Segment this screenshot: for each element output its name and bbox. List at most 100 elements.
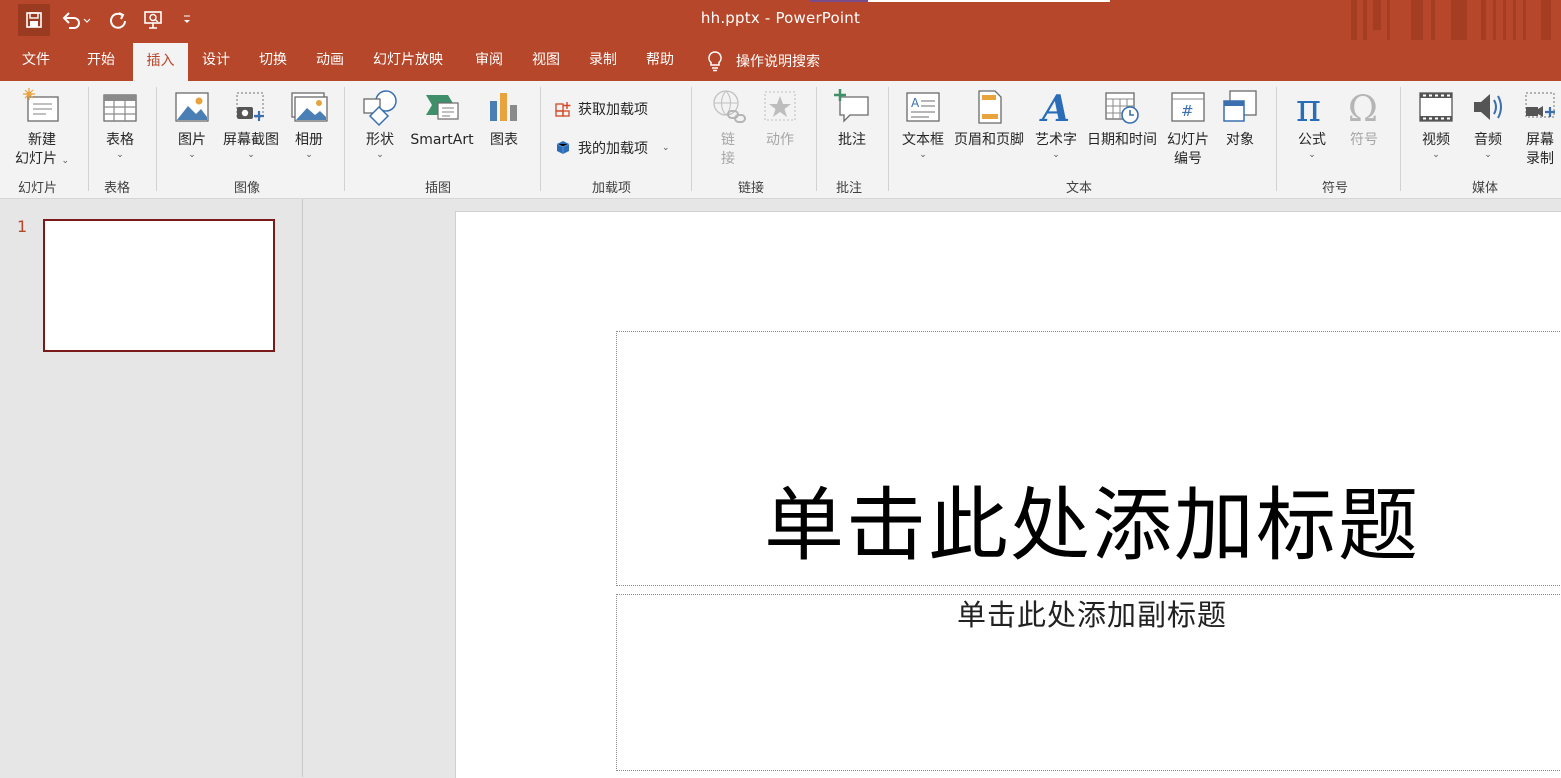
group-label-addins: 加载项 <box>592 181 632 196</box>
photo-album-icon <box>291 92 328 122</box>
link-button[interactable]: 链 接 <box>706 87 750 169</box>
chevron-down-icon: ⌄ <box>1052 150 1060 160</box>
omega-icon: Ω <box>1348 89 1378 127</box>
video-label: 视频 <box>1422 132 1450 148</box>
tab-view[interactable]: 视图 <box>532 40 560 81</box>
textbox-button[interactable]: A 文本框 ⌄ <box>900 87 946 160</box>
link-icon <box>713 90 746 123</box>
tab-home[interactable]: 开始 <box>87 40 115 81</box>
title-accent-strip-light <box>868 0 1110 2</box>
new-slide-label-2: 幻灯片 ⌄ <box>15 151 69 167</box>
textbox-icon: A <box>906 92 940 122</box>
title-placeholder[interactable]: 单击此处添加标题 <box>616 331 1561 586</box>
symbol-button[interactable]: Ω 符号 <box>1342 87 1386 150</box>
screen-record-icon <box>1525 92 1555 118</box>
film-icon <box>1419 92 1453 122</box>
photo-album-button[interactable]: 相册 ⌄ <box>288 87 330 160</box>
subtitle-placeholder-text: 单击此处添加副标题 <box>956 598 1227 632</box>
svg-text:π: π <box>1296 87 1321 127</box>
tab-help[interactable]: 帮助 <box>646 40 674 81</box>
equation-button[interactable]: π 公式 ⌄ <box>1290 87 1334 160</box>
my-addins-icon <box>556 141 570 154</box>
link-label-1: 链 <box>721 132 735 148</box>
chevron-down-icon: ⌄ <box>1484 150 1492 160</box>
slide-number-label-1: 幻灯片 <box>1167 132 1209 148</box>
table-button[interactable]: 表格 ⌄ <box>98 87 142 160</box>
lightbulb-icon <box>708 51 722 72</box>
slide-canvas[interactable]: 单击此处添加标题 单击此处添加副标题 <box>455 211 1561 778</box>
wordart-button[interactable]: A 艺术字 ⌄ <box>1032 87 1080 160</box>
chevron-down-icon: ⌄ <box>247 150 255 160</box>
date-time-label: 日期和时间 <box>1087 132 1157 148</box>
tab-review[interactable]: 审阅 <box>475 40 503 81</box>
chart-label: 图表 <box>490 132 518 148</box>
new-slide-button[interactable]: 新建 幻灯片 ⌄ <box>10 87 74 171</box>
object-button[interactable]: 对象 <box>1218 87 1262 150</box>
screenshot-button[interactable]: 屏幕截图 ⌄ <box>218 87 284 160</box>
photo-album-label: 相册 <box>295 132 323 148</box>
group-separator <box>344 87 345 191</box>
slide-thumbnail[interactable] <box>43 219 275 352</box>
tell-me-search[interactable]: 操作说明搜索 <box>706 50 820 72</box>
audio-label: 音频 <box>1474 132 1502 148</box>
textbox-label: 文本框 <box>902 132 944 148</box>
window-title: hh.pptx - PowerPoint <box>700 9 861 27</box>
date-time-button[interactable]: 日期和时间 <box>1084 87 1160 150</box>
tab-animations[interactable]: 动画 <box>316 40 344 81</box>
ribbon-tabs: 文件 开始 插入 设计 切换 动画 幻灯片放映 审阅 视图 录制 帮助 操作说明… <box>0 40 1561 81</box>
title-bar: hh.pptx - PowerPoint <box>0 0 1561 60</box>
get-addins-button[interactable]: 获取加载项 <box>554 99 648 119</box>
chevron-down-icon: ⌄ <box>919 150 927 160</box>
shapes-icon <box>363 90 397 127</box>
slide-editing-area: 单击此处添加标题 单击此处添加副标题 <box>303 199 1561 778</box>
svg-text:A: A <box>911 96 920 110</box>
group-label-comments: 批注 <box>836 181 863 196</box>
group-label-symbols: 符号 <box>1322 181 1349 196</box>
store-icon <box>555 102 571 117</box>
audio-button[interactable]: 音频 ⌄ <box>1466 87 1510 160</box>
picture-button[interactable]: 图片 ⌄ <box>170 87 214 160</box>
chart-button[interactable]: 图表 <box>484 87 524 150</box>
group-label-media: 媒体 <box>1472 181 1499 196</box>
video-button[interactable]: 视频 ⌄ <box>1414 87 1458 160</box>
slide-number-button[interactable]: # 幻灯片 编号 <box>1164 87 1212 169</box>
smartart-button[interactable]: SmartArt <box>406 87 478 150</box>
tab-design[interactable]: 设计 <box>202 40 230 81</box>
get-addins-label: 获取加载项 <box>578 102 648 118</box>
pi-icon: π <box>1296 87 1321 127</box>
slide-number-icon: # <box>1171 92 1205 122</box>
wordart-icon: A <box>1039 88 1070 127</box>
slide-number-label-2: 编号 <box>1174 151 1202 167</box>
group-label-links: 链接 <box>738 181 765 196</box>
tab-insert[interactable]: 插入 <box>133 43 188 81</box>
title-placeholder-text: 单击此处添加标题 <box>764 479 1420 572</box>
subtitle-placeholder[interactable]: 单击此处添加副标题 <box>616 594 1561 771</box>
tab-file[interactable]: 文件 <box>22 40 50 81</box>
header-footer-icon <box>978 90 1002 124</box>
chevron-down-icon: ⌄ <box>662 143 670 153</box>
group-label-text: 文本 <box>1066 181 1093 196</box>
my-addins-button[interactable]: 我的加载项 ⌄ <box>554 138 670 158</box>
tab-transitions[interactable]: 切换 <box>259 40 287 81</box>
action-star-icon <box>764 91 796 121</box>
chevron-down-icon: ⌄ <box>376 150 384 160</box>
tab-record[interactable]: 录制 <box>589 40 617 81</box>
screen-recording-button[interactable]: 屏幕 录制 <box>1518 87 1561 169</box>
comment-icon <box>834 89 869 123</box>
link-label-2: 接 <box>721 151 735 167</box>
group-separator <box>156 87 157 191</box>
group-separator <box>888 87 889 191</box>
header-footer-label: 页眉和页脚 <box>954 132 1024 148</box>
wordart-label: 艺术字 <box>1035 132 1077 148</box>
header-footer-button[interactable]: 页眉和页脚 <box>950 87 1028 150</box>
new-slide-icon <box>23 88 59 122</box>
tab-slideshow[interactable]: 幻灯片放映 <box>373 40 443 81</box>
comment-button[interactable]: 批注 <box>830 87 874 150</box>
chevron-down-icon: ⌄ <box>188 150 196 160</box>
group-separator <box>1400 87 1401 191</box>
shapes-label: 形状 <box>366 132 394 148</box>
action-button[interactable]: 动作 <box>758 87 802 150</box>
shapes-button[interactable]: 形状 ⌄ <box>358 87 402 160</box>
group-separator <box>540 87 541 191</box>
table-label: 表格 <box>106 132 134 148</box>
